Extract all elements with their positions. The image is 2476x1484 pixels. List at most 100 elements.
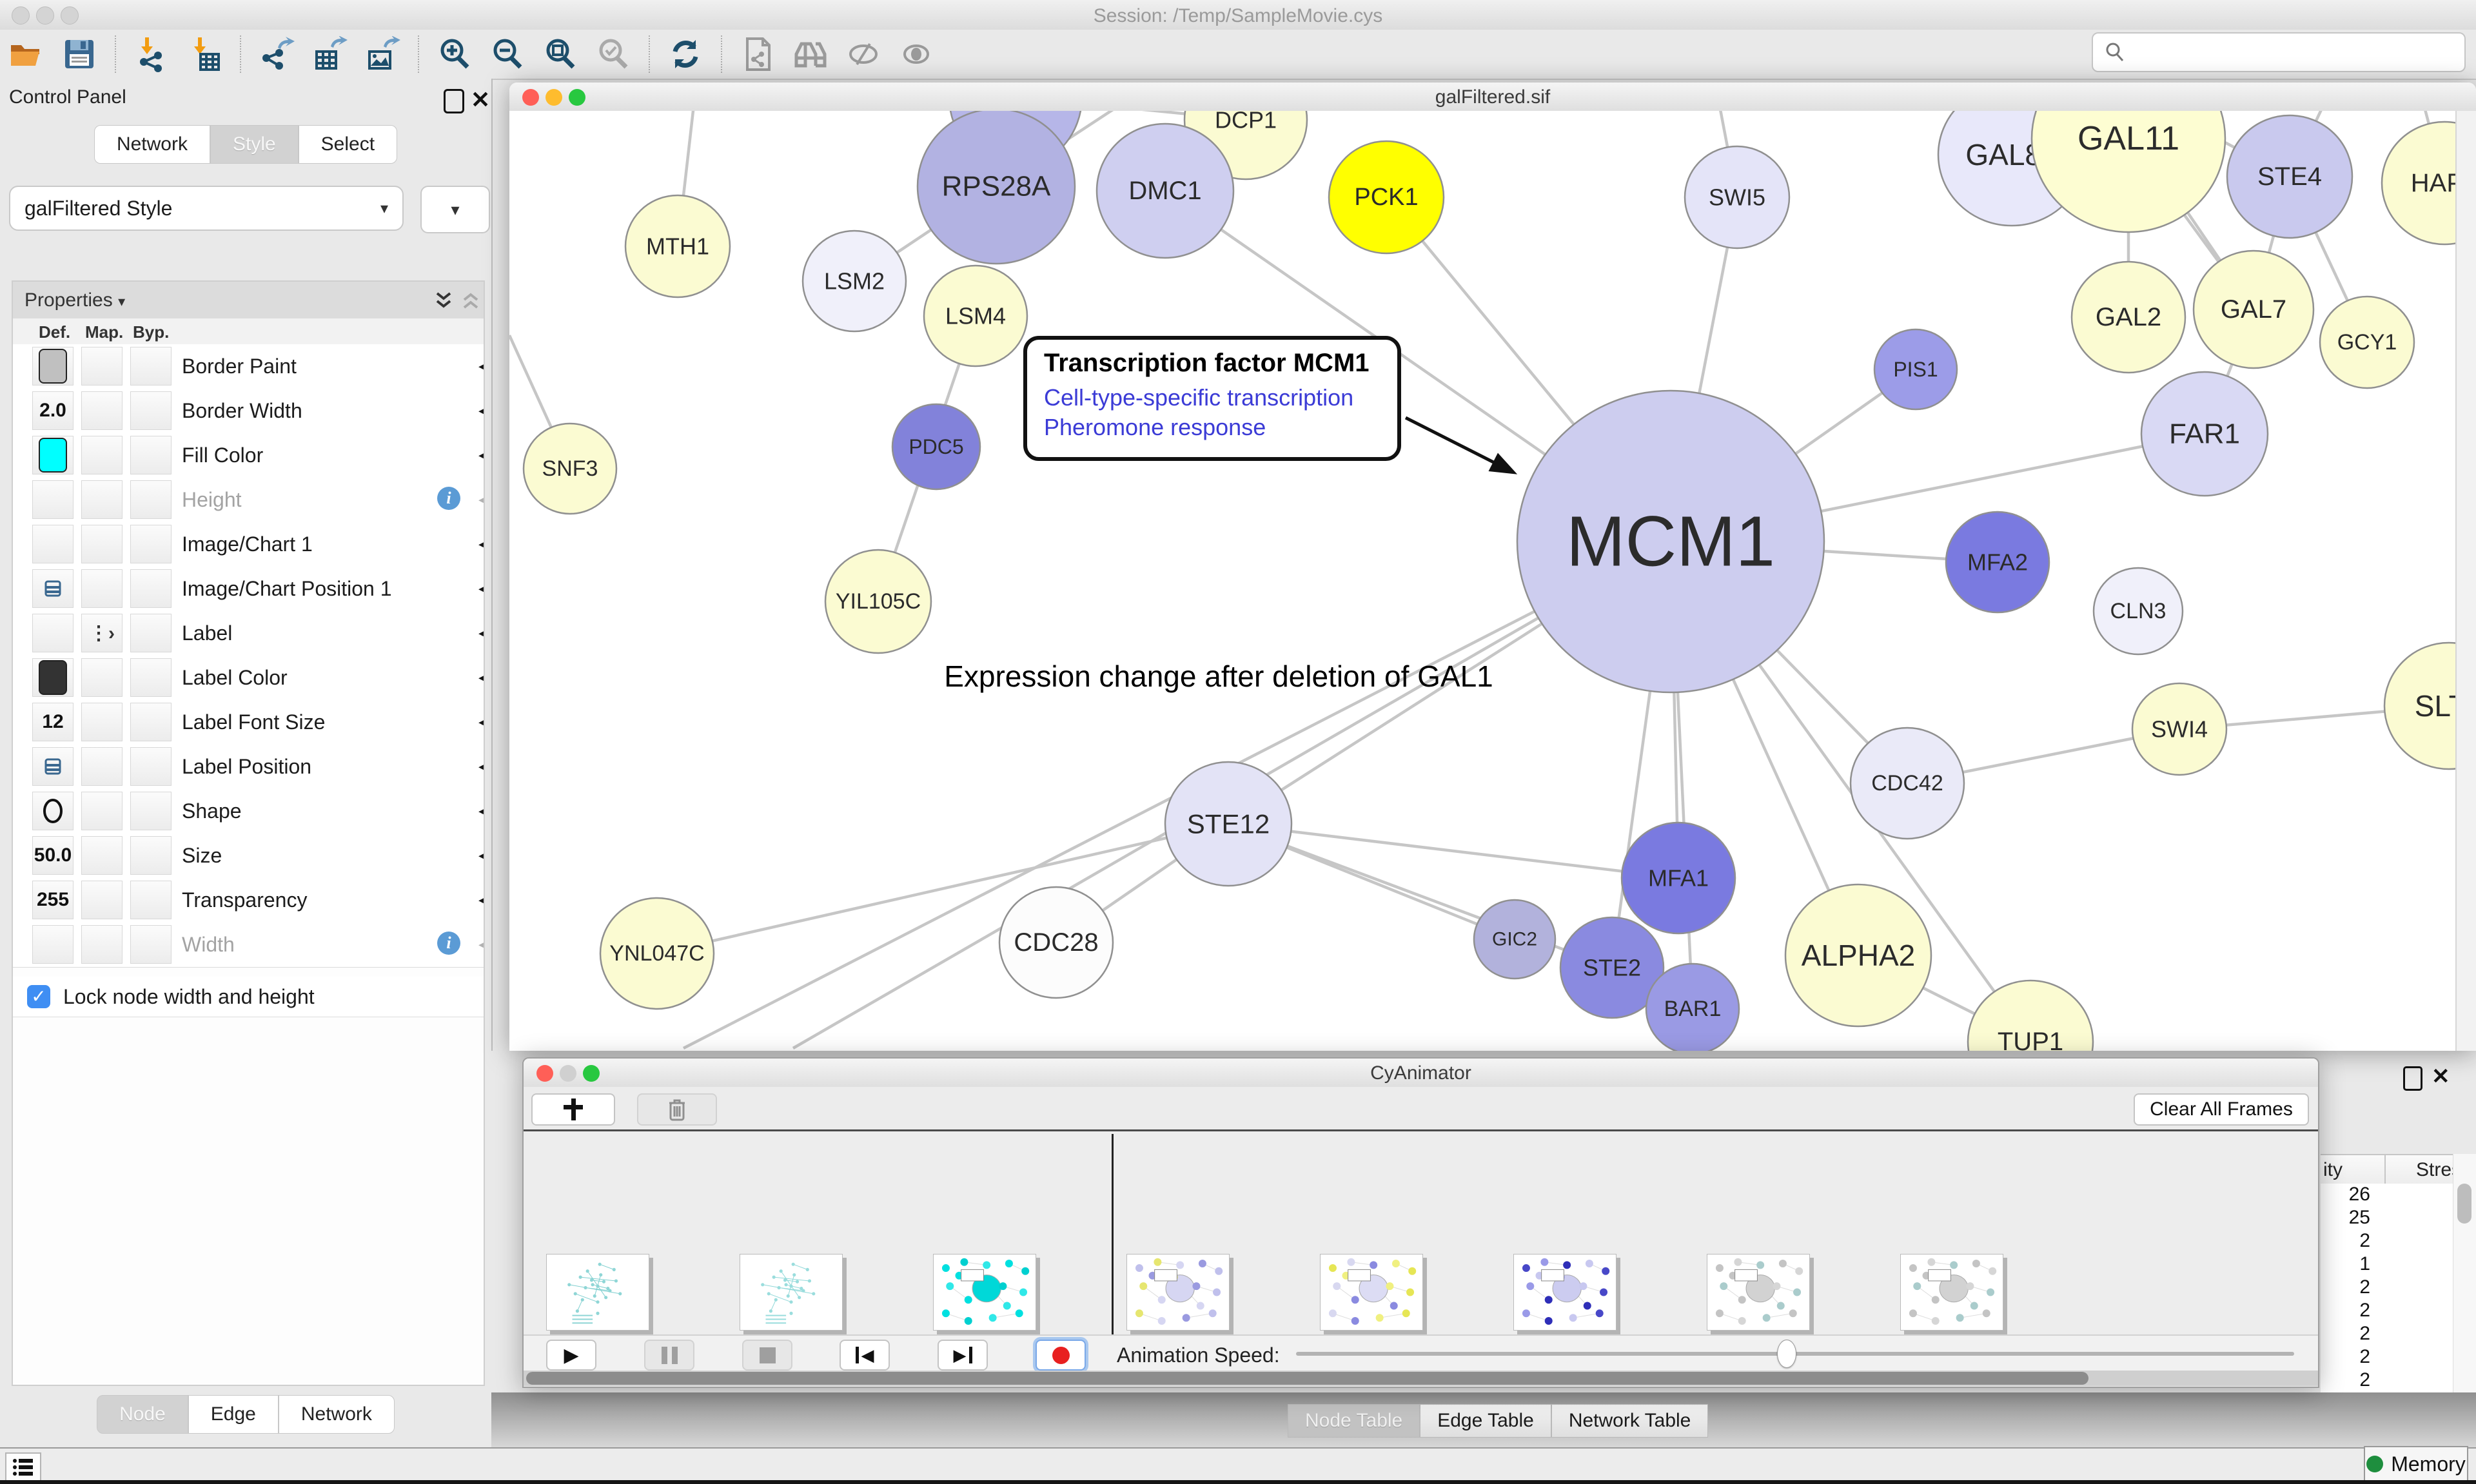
mapping-cell[interactable] (81, 347, 123, 386)
network-scrollbar[interactable] (2455, 111, 2476, 1051)
table-row[interactable]: 2 (2321, 1276, 2453, 1300)
zoom-selected-icon[interactable] (593, 34, 633, 74)
property-row-shape[interactable]: Shape◀ (13, 789, 484, 834)
expand-arrow-icon[interactable]: ◀ (478, 712, 485, 732)
property-row-border-width[interactable]: 2.0Border Width◀ (13, 389, 484, 434)
property-row-size[interactable]: 50.0Size◀ (13, 834, 484, 879)
search-network-icon[interactable] (791, 34, 830, 74)
style-options-button[interactable]: ▾ (420, 186, 490, 233)
bypass-cell[interactable] (130, 881, 172, 919)
tab-network[interactable]: Network (94, 125, 210, 164)
frame-thumbnail-2[interactable] (933, 1254, 1036, 1331)
network-window-titlebar[interactable]: galFiltered.sif (509, 83, 2476, 112)
table-row[interactable]: 2 (2321, 1300, 2453, 1323)
tab-edge-table[interactable]: Edge Table (1420, 1404, 1551, 1438)
mapping-cell[interactable] (81, 836, 123, 875)
table-scrollbar[interactable] (2453, 1154, 2476, 1392)
skip-to-start-button[interactable]: ◀ (840, 1340, 890, 1371)
bypass-cell[interactable] (130, 747, 172, 786)
default-value-cell[interactable] (32, 347, 74, 386)
default-value-cell[interactable]: 255 (32, 881, 74, 919)
expand-arrow-icon[interactable]: ◀ (478, 400, 485, 420)
mapping-cell[interactable] (81, 480, 123, 519)
default-value-cell[interactable] (32, 525, 74, 563)
bypass-cell[interactable] (130, 925, 172, 964)
mapping-cell[interactable]: ⋮› (81, 614, 123, 652)
float-panel-icon[interactable] (444, 89, 464, 113)
memory-button[interactable]: Memory (2364, 1446, 2468, 1482)
info-icon[interactable]: i (437, 487, 460, 510)
frame-thumbnail-1[interactable] (740, 1254, 843, 1331)
skip-to-end-button[interactable]: ▶ (938, 1340, 988, 1371)
frame-thumbnail-7[interactable] (1900, 1254, 2003, 1331)
property-row-label-font-size[interactable]: 12Label Font Size◀ (13, 700, 484, 745)
expand-all-icon[interactable] (433, 291, 454, 310)
tab-select[interactable]: Select (299, 125, 397, 164)
mapping-cell[interactable] (81, 658, 123, 697)
bypass-cell[interactable] (130, 703, 172, 741)
export-table-icon[interactable] (310, 34, 349, 74)
expand-arrow-icon[interactable]: ◀ (478, 356, 485, 376)
clipboard-icon[interactable] (738, 34, 778, 74)
zoom-out-icon[interactable] (487, 34, 527, 74)
slider-thumb[interactable] (1777, 1340, 1796, 1368)
expand-arrow-icon[interactable]: ◀ (478, 756, 485, 776)
default-value-cell[interactable] (32, 569, 74, 608)
table-row[interactable]: 2 (2321, 1346, 2453, 1369)
frame-thumbnail-0[interactable] (546, 1254, 649, 1331)
play-button[interactable]: ▶ (546, 1340, 596, 1371)
expand-arrow-icon[interactable]: ◀ (478, 623, 485, 643)
mapping-cell[interactable] (81, 881, 123, 919)
default-value-cell[interactable]: 2.0 (32, 391, 74, 430)
hide-graphics-details-icon[interactable] (843, 34, 883, 74)
cyanimator-timeline[interactable]: 0123456789Seconds (524, 1131, 2318, 1334)
default-value-cell[interactable]: 12 (32, 703, 74, 741)
table-row[interactable]: 1 (2321, 1253, 2453, 1276)
clear-all-frames-button[interactable]: Clear All Frames (2134, 1093, 2309, 1126)
expand-arrow-icon[interactable]: ◀ (478, 489, 485, 509)
close-table-icon[interactable]: ✕ (2432, 1064, 2450, 1089)
tab-edge[interactable]: Edge (188, 1395, 279, 1434)
mapping-cell[interactable] (81, 703, 123, 741)
bypass-cell[interactable] (130, 614, 172, 652)
expand-arrow-icon[interactable]: ◀ (478, 934, 485, 954)
collapse-all-icon[interactable] (460, 291, 481, 310)
save-session-icon[interactable] (59, 34, 99, 74)
bypass-cell[interactable] (130, 836, 172, 875)
zoom-in-icon[interactable] (435, 34, 475, 74)
tab-network[interactable]: Network (279, 1395, 395, 1434)
frame-thumbnail-6[interactable] (1707, 1254, 1810, 1331)
property-row-border-paint[interactable]: Border Paint◀ (13, 344, 484, 389)
expand-arrow-icon[interactable]: ◀ (478, 534, 485, 554)
close-panel-icon[interactable]: ✕ (471, 86, 490, 113)
property-row-transparency[interactable]: 255Transparency◀ (13, 878, 484, 923)
mapping-cell[interactable] (81, 792, 123, 830)
annotation-link[interactable]: Pheromone response (1044, 414, 1397, 441)
float-table-icon[interactable] (2403, 1066, 2422, 1091)
tab-node-table[interactable]: Node Table (1288, 1404, 1420, 1438)
table-row[interactable]: 2 (2321, 1369, 2453, 1392)
table-row[interactable]: 2 (2321, 1230, 2453, 1253)
info-icon[interactable]: i (437, 932, 460, 955)
default-value-cell[interactable] (32, 480, 74, 519)
mapping-cell[interactable] (81, 436, 123, 474)
network-canvas[interactable]: DCP1RPS28ADMC1PCK1SWI5GAL80GAL11STE4HAP2… (509, 111, 2476, 1051)
default-value-cell[interactable] (32, 436, 74, 474)
default-value-cell[interactable] (32, 747, 74, 786)
cyanimator-scrollbar[interactable] (524, 1371, 2318, 1386)
stop-button[interactable] (742, 1340, 792, 1371)
lock-checkbox[interactable]: ✓ (27, 985, 50, 1008)
default-value-cell[interactable] (32, 925, 74, 964)
expand-arrow-icon[interactable]: ◀ (478, 445, 485, 465)
mapping-cell[interactable] (81, 525, 123, 563)
frame-thumbnail-5[interactable] (1513, 1254, 1616, 1331)
property-row-image-chart-1[interactable]: Image/Chart 1◀ (13, 522, 484, 567)
zoom-fit-icon[interactable] (540, 34, 580, 74)
open-session-icon[interactable] (6, 34, 46, 74)
bypass-cell[interactable] (130, 792, 172, 830)
default-value-cell[interactable] (32, 614, 74, 652)
default-value-cell[interactable] (32, 792, 74, 830)
import-network-icon[interactable] (132, 34, 172, 74)
show-graphics-details-icon[interactable] (896, 34, 936, 74)
annotation-box[interactable]: Transcription factor MCM1 Cell-type-spec… (1023, 336, 1401, 461)
